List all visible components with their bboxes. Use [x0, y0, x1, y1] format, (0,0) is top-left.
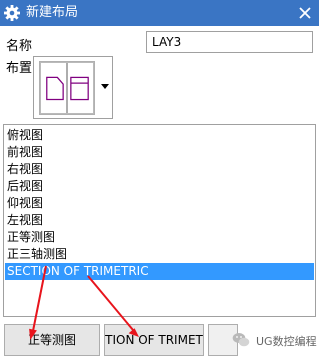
name-input[interactable]: LAY3 [146, 31, 313, 53]
list-item[interactable]: 前视图 [5, 144, 314, 161]
view-button-1[interactable]: 正等测图 [4, 324, 100, 356]
triangle-down-icon[interactable] [101, 84, 109, 90]
name-label: 名称 [6, 39, 33, 54]
list-item[interactable]: 正等测图 [5, 229, 314, 246]
close-icon[interactable] [295, 3, 315, 23]
window-title: 新建布局 [26, 5, 79, 20]
view-button-2[interactable]: TION OF TRIMET [104, 324, 204, 356]
list-item[interactable]: 左视图 [5, 212, 314, 229]
layout-label: 布置 [6, 61, 33, 76]
gear-icon [4, 5, 20, 21]
view-list[interactable]: 俯视图 前视图 右视图 后视图 仰视图 左视图 正等测图 正三轴测图 SECTI… [3, 124, 316, 317]
wechat-icon [232, 333, 250, 347]
watermark-text: UG数控编程 [256, 335, 317, 348]
list-item[interactable]: 仰视图 [5, 195, 314, 212]
title-bar: 新建布局 [0, 0, 319, 26]
list-item[interactable]: 正三轴测图 [5, 246, 314, 263]
list-item-selected[interactable]: SECTION OF TRIMETRIC [5, 263, 314, 280]
list-item[interactable]: 右视图 [5, 161, 314, 178]
list-item[interactable]: 后视图 [5, 178, 314, 195]
list-item[interactable]: 俯视图 [5, 127, 314, 144]
layout-preview-icon [39, 61, 95, 115]
layout-dropdown[interactable] [33, 56, 113, 119]
